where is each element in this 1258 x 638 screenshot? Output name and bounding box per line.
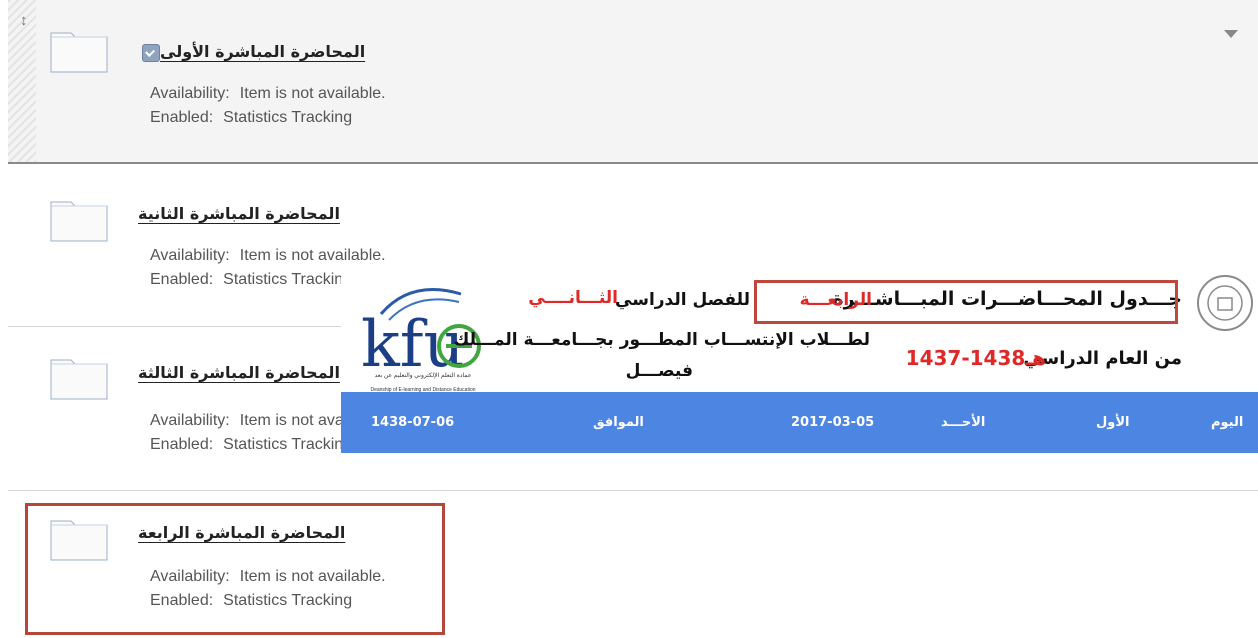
- folder-icon: [50, 32, 108, 73]
- folder-icon: [50, 359, 108, 400]
- banner-semester: الثـــانــــي: [528, 288, 618, 308]
- schedule-banner-image: kfu عمادة التعلم الإلكتروني والتعليم عن …: [341, 268, 1258, 453]
- corresponding-label: الموافق: [593, 415, 644, 430]
- item-meta: Availability: Item is not available. Enab…: [150, 85, 386, 126]
- logo-caption-ar: عمادة التعلم الإلكتروني والتعليم عن بعد: [374, 373, 472, 379]
- university-seal-icon: [1197, 275, 1253, 331]
- day-value: الأول: [1096, 415, 1130, 430]
- item-title[interactable]: المحاضرة المباشرة الثانية: [138, 204, 340, 223]
- gregorian-date: 2017-03-05: [791, 415, 875, 430]
- collapse-arrow-icon[interactable]: [1224, 30, 1238, 38]
- ordinal-highlight-box: [754, 280, 1178, 324]
- banner-students-line: لطـــلاب الإنتســـاب المطـــور بجـــامعـ…: [453, 330, 870, 350]
- day-label: اليوم: [1211, 415, 1244, 430]
- banner-year-label: من العام الدراسي: [1023, 348, 1182, 369]
- kfu-elearning-logo: kfu: [361, 288, 481, 382]
- schedule-bar: 1438-07-06 الموافق 2017-03-05 الأحـــد ا…: [341, 392, 1258, 453]
- weekday: الأحـــد: [941, 415, 986, 430]
- content-item-1[interactable]: ↕ المحاضرة المباشرة الأولى Availability:…: [8, 0, 1258, 164]
- hijri-date: 1438-07-06: [371, 415, 455, 430]
- item-title[interactable]: المحاضرة المباشرة الثالثة: [138, 363, 340, 382]
- context-menu-icon[interactable]: [142, 43, 160, 62]
- drag-handle-icon[interactable]: ↕: [20, 12, 28, 29]
- item-title[interactable]: المحاضرة المباشرة الأولى: [138, 42, 365, 62]
- banner-year-value: 1437-1438هـ: [905, 346, 1046, 370]
- banner-university-tail: فيصـــل: [625, 361, 693, 381]
- highlight-box: [25, 503, 445, 635]
- banner-semester-label: للفصل الدراسي: [615, 290, 750, 310]
- folder-icon: [50, 201, 108, 242]
